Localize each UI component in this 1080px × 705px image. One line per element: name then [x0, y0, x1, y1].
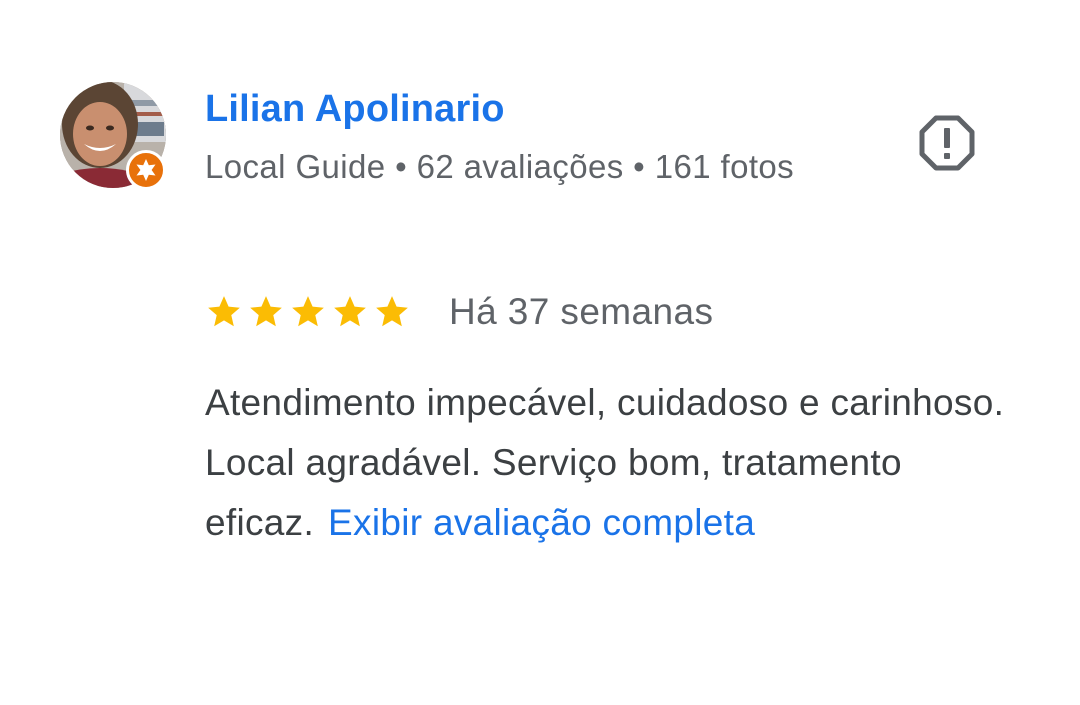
report-flag-icon[interactable] [918, 114, 976, 172]
rating-row: Há 37 semanas [205, 290, 713, 334]
star-icon [373, 293, 411, 331]
review-date: Há 37 semanas [449, 291, 714, 332]
review-card: Lilian Apolinario Local Guide • 62 avali… [0, 0, 1080, 705]
star-rating [205, 293, 411, 331]
show-full-review-link[interactable]: Exibir avaliação completa [328, 502, 755, 543]
reviewer-meta: Local Guide • 62 avaliações • 161 fotos [205, 148, 795, 185]
reviewer-avatar[interactable] [60, 82, 170, 192]
star-icon [331, 293, 369, 331]
local-guide-star-icon [126, 150, 166, 190]
review-body: Atendimento impecável, cuidadoso e carin… [205, 373, 1025, 553]
star-icon [247, 293, 285, 331]
star-icon [205, 293, 243, 331]
star-icon [289, 293, 327, 331]
reviewer-name[interactable]: Lilian Apolinario [205, 88, 505, 131]
